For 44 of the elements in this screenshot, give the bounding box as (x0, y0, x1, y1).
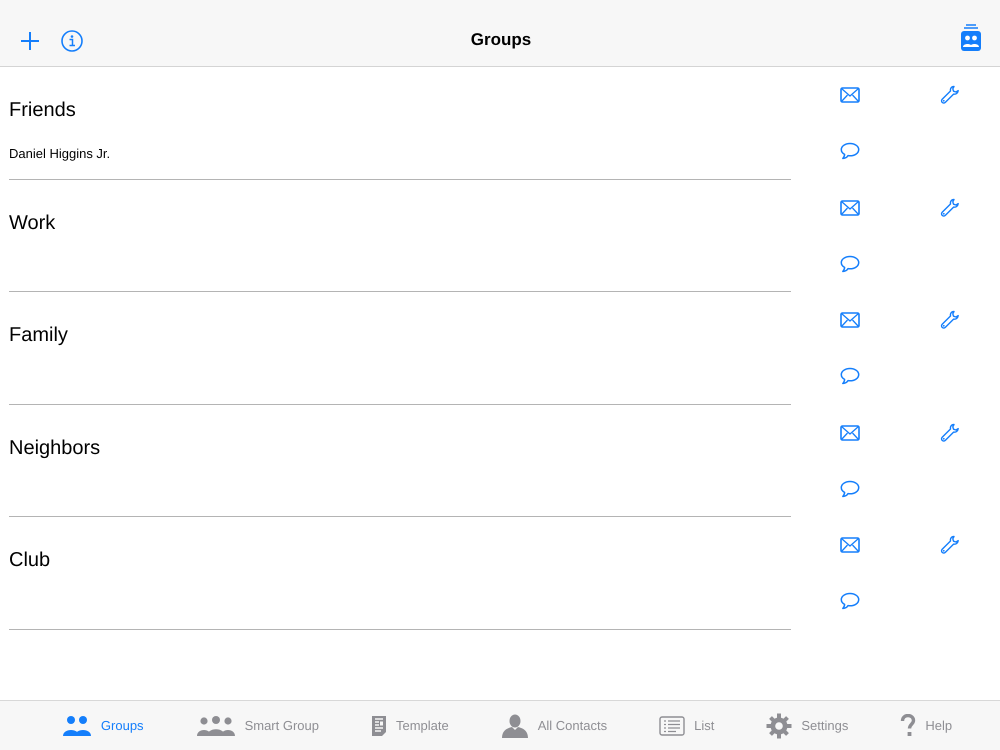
settings-icon (766, 712, 792, 738)
group-name: Neighbors (9, 436, 102, 460)
wrench-icon[interactable] (940, 85, 960, 105)
wrench-icon[interactable] (940, 198, 960, 218)
mail-icon[interactable] (840, 87, 860, 103)
group-row[interactable]: Club (9, 517, 791, 630)
message-bubble-icon[interactable] (840, 592, 860, 610)
message-bubble-icon[interactable] (840, 367, 860, 386)
mail-icon[interactable] (840, 537, 860, 554)
group-icon (62, 714, 92, 736)
wrench-icon[interactable] (940, 310, 960, 330)
document-icon (370, 714, 387, 736)
tab-item[interactable]: Settings (766, 712, 848, 738)
info-icon[interactable] (61, 30, 83, 52)
person-icon (500, 714, 529, 738)
group-row[interactable]: Neighbors (9, 404, 791, 518)
mail-icon[interactable] (840, 312, 860, 328)
tab-item[interactable]: All Contacts (500, 714, 608, 738)
wrench-icon[interactable] (940, 422, 960, 443)
contact-card-stack-icon[interactable] (960, 24, 982, 52)
navigation-title: Groups (470, 30, 532, 50)
group-name: Club (9, 548, 52, 572)
message-bubble-icon[interactable] (840, 142, 860, 160)
group-name: Work (9, 210, 56, 235)
group-row[interactable]: Work (9, 180, 791, 292)
tab-item[interactable]: Help (900, 714, 952, 738)
message-bubble-icon[interactable] (840, 254, 860, 273)
mail-icon[interactable] (840, 200, 860, 216)
group-name: Family (9, 323, 69, 348)
tab-item[interactable]: Template (370, 714, 449, 736)
message-bubble-icon[interactable] (840, 480, 860, 498)
wrench-icon[interactable] (940, 535, 960, 556)
list-icon (659, 716, 686, 736)
add-icon[interactable] (20, 31, 40, 51)
group-icon (196, 714, 236, 736)
tab-item[interactable]: List (659, 716, 714, 736)
group-name: Friends (9, 98, 77, 122)
question-mark-icon (900, 714, 916, 738)
mail-icon[interactable] (840, 424, 860, 441)
group-row[interactable]: Friends Daniel Higgins Jr. (9, 67, 791, 180)
group-row[interactable]: Family (9, 292, 791, 405)
tab-item[interactable]: Smart Group (196, 714, 319, 736)
member-name: Daniel Higgins Jr. (9, 146, 112, 161)
tab-item[interactable]: Groups (62, 714, 144, 736)
